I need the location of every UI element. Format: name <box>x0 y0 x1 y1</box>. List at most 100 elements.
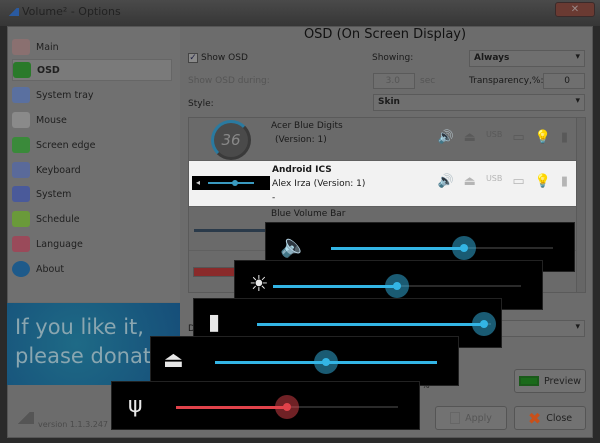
sidebar-item-label: Screen edge <box>36 139 96 151</box>
skin-version: (Version: 1) <box>275 135 327 145</box>
speaker-icon: 🔊 <box>437 174 454 189</box>
sidebar-item-label: System tray <box>36 89 94 101</box>
apply-label: Apply <box>465 412 492 424</box>
usb-icon: USB <box>485 130 503 139</box>
usb-icon: ψ <box>128 393 143 418</box>
skin-list-scrollbar[interactable] <box>576 118 585 292</box>
slider-knob[interactable] <box>452 236 477 260</box>
sidebar-item-main[interactable]: Main <box>12 36 172 58</box>
osd-popup: ψ <box>111 381 420 430</box>
duration-label: Show OSD during: <box>188 76 270 86</box>
slider-fill <box>176 405 287 409</box>
eject-icon: ⏏ <box>463 174 476 189</box>
sidebar-item-system[interactable]: System <box>12 183 172 205</box>
sidebar-item-label: Mouse <box>36 114 67 126</box>
skin-name: Blue Volume Bar <box>271 209 346 219</box>
calendar-icon <box>12 211 30 227</box>
skin-preview-digits: 36 <box>211 120 251 160</box>
window-close-button[interactable]: ✕ <box>555 2 595 17</box>
mouse-icon <box>12 112 30 128</box>
osd-slider[interactable] <box>215 350 437 374</box>
duration-unit: sec <box>420 76 436 86</box>
show-osd-label: Show OSD <box>201 53 248 63</box>
slider-knob[interactable] <box>314 350 338 374</box>
signal-icon: ▮ <box>560 174 568 189</box>
speaker-icon: 🔊 <box>437 130 454 145</box>
brightness-icon: ☀ <box>249 272 269 297</box>
slider-fill <box>257 322 484 326</box>
slider-knob[interactable] <box>275 395 299 419</box>
transparency-label: Transparency,%: <box>469 76 544 86</box>
logo-icon <box>14 412 34 424</box>
signal-icon: ▮ <box>560 130 568 145</box>
osd-icon <box>519 376 539 386</box>
close-button[interactable]: ✖ Close <box>514 406 586 430</box>
language-icon <box>12 236 30 252</box>
skin-author: Alex Irza (Version: 1) <box>272 179 366 189</box>
skin-feature-icons: 🔊 ⏏ USB ▭ 💡 ▮ <box>437 174 568 189</box>
sidebar-item-label: Language <box>36 238 83 250</box>
slider-knob[interactable] <box>385 274 409 298</box>
bulb-icon: 💡 <box>534 174 551 189</box>
skin-row[interactable]: 36 Acer Blue Digits (Version: 1) 🔊 ⏏ USB ▭ 💡… <box>189 118 576 161</box>
usb-icon: USB <box>485 174 503 183</box>
slider-fill <box>331 246 465 250</box>
preview-label: Preview <box>544 375 581 387</box>
osd-slider[interactable] <box>331 236 553 260</box>
wrench-gear-icon <box>12 39 30 55</box>
battery-icon: ▭ <box>512 130 525 145</box>
skin-row-selected[interactable]: ◂ Android ICS Alex Irza (Version: 1) - 🔊… <box>189 161 576 207</box>
sidebar-item-keyboard[interactable]: Keyboard <box>12 159 172 181</box>
osd-icon <box>13 62 31 78</box>
system-tray-icon <box>12 87 30 103</box>
close-label: Close <box>546 412 573 424</box>
apply-button[interactable]: Apply <box>435 406 507 430</box>
sidebar-item-label: Schedule <box>36 213 80 225</box>
sidebar-item-osd[interactable]: OSD <box>12 59 172 81</box>
showing-label: Showing: <box>372 53 414 63</box>
skin-preview-bar <box>194 229 274 232</box>
apply-icon <box>450 412 461 424</box>
app-icon <box>7 8 19 16</box>
sidebar-item-screen-edge[interactable]: Screen edge <box>12 134 172 156</box>
transparency-spinner[interactable]: 0 <box>543 73 585 89</box>
system-icon <box>12 186 30 202</box>
page-title: OSD (On Screen Display) <box>303 27 467 42</box>
slider-fill <box>273 284 397 288</box>
sidebar-item-system-tray[interactable]: System tray <box>12 84 172 106</box>
sidebar-item-schedule[interactable]: Schedule <box>12 208 172 230</box>
duration-spinner[interactable]: 3.0 <box>373 73 415 89</box>
bulb-icon: 💡 <box>534 130 551 145</box>
osd-slider[interactable] <box>273 274 521 298</box>
showing-dropdown[interactable]: Always <box>469 50 585 67</box>
battery-icon: ▭ <box>512 174 525 189</box>
keyboard-icon <box>12 162 30 178</box>
sidebar-item-label: System <box>36 188 72 200</box>
slider-knob[interactable] <box>471 312 496 336</box>
screen-edge-icon <box>12 137 30 153</box>
skin-feature-icons: 🔊 ⏏ USB ▭ 💡 ▮ <box>437 130 568 145</box>
info-icon <box>12 261 30 277</box>
sidebar-item-label: About <box>36 263 65 275</box>
preview-button[interactable]: Preview <box>514 369 586 393</box>
sidebar-item-label: OSD <box>37 64 60 76</box>
skin-version: - <box>272 193 276 203</box>
style-dropdown[interactable]: Skin <box>373 94 585 111</box>
skin-preview-android: ◂ <box>192 176 270 190</box>
skin-name: Android ICS <box>272 165 332 175</box>
skin-name: Acer Blue Digits <box>271 121 343 131</box>
style-label: Style: <box>188 99 214 109</box>
sidebar-item-label: Main <box>36 41 59 53</box>
close-x-icon: ✖ <box>527 408 542 428</box>
sidebar-item-language[interactable]: Language <box>12 233 172 255</box>
version-label: version 1.1.3.247 <box>38 420 109 429</box>
sidebar-item-label: Keyboard <box>36 164 81 176</box>
sidebar-item-about[interactable]: About <box>12 258 172 280</box>
osd-slider[interactable] <box>176 395 398 419</box>
osd-slider[interactable] <box>257 312 496 336</box>
show-osd-checkbox[interactable]: ✓ <box>188 53 198 63</box>
speaker-icon: 🔈 <box>280 234 308 259</box>
osd-popup: ⏏ <box>150 336 459 386</box>
sidebar-item-mouse[interactable]: Mouse <box>12 109 172 131</box>
eject-icon: ⏏ <box>163 348 184 373</box>
